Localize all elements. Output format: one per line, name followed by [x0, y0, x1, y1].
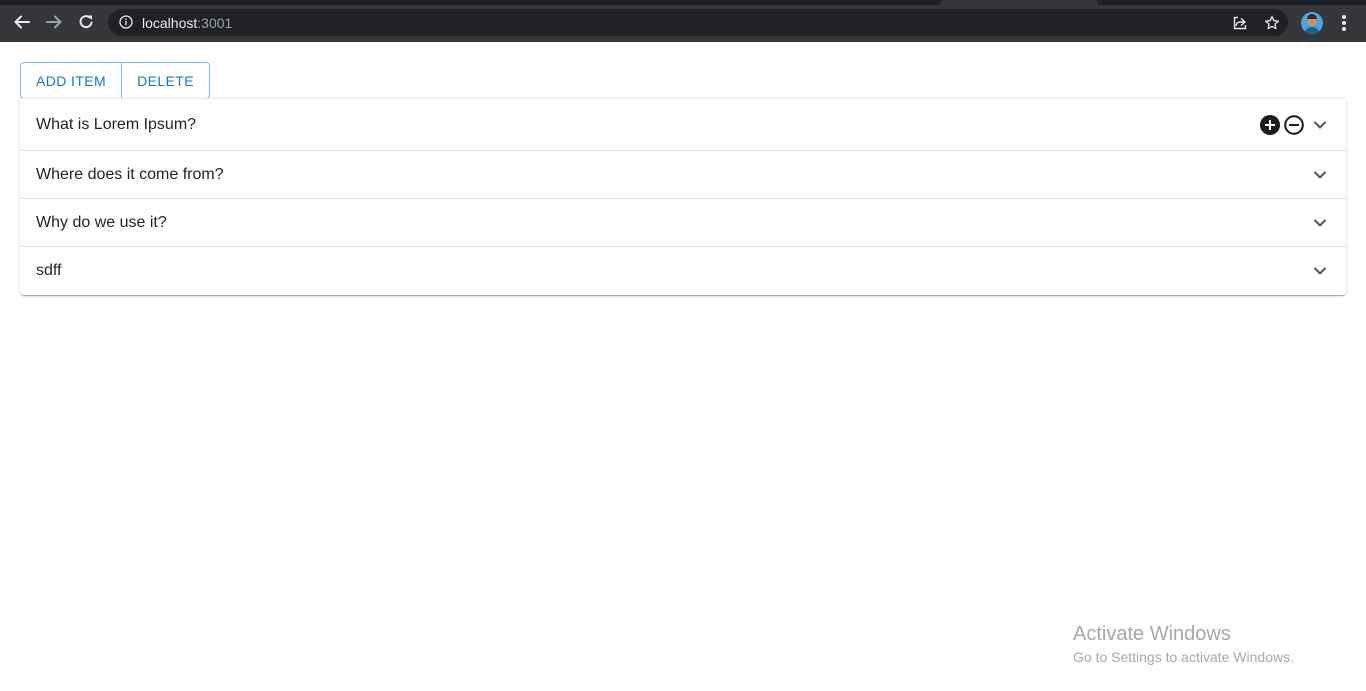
activate-windows-watermark: Activate Windows Go to Settings to activ…	[1073, 622, 1294, 666]
accordion-item-label: sdff	[36, 262, 62, 279]
address-bar[interactable]: localhost:3001	[108, 9, 1288, 36]
accordion-list: What is Lorem Ipsum? Where does it come …	[20, 98, 1346, 295]
accordion-item-label: What is Lorem Ipsum?	[36, 115, 197, 133]
add-circle-icon[interactable]	[1260, 114, 1280, 135]
tab-strip	[0, 0, 1366, 5]
accordion-item-sdff[interactable]: sdff	[20, 246, 1346, 295]
accordion-item-label: Where does it come from?	[36, 165, 224, 183]
remove-circle-icon[interactable]	[1284, 114, 1304, 135]
arrow-right-icon	[46, 15, 62, 29]
chevron-down-icon[interactable]	[1312, 215, 1328, 231]
forward-button[interactable]	[43, 11, 65, 33]
chevron-down-icon[interactable]	[1312, 167, 1328, 183]
chevron-down-icon[interactable]	[1312, 263, 1328, 279]
active-tab[interactable]	[940, 0, 1098, 5]
chevron-down-icon[interactable]	[1312, 117, 1328, 133]
action-button-group: ADD ITEM DELETE	[20, 62, 210, 99]
delete-button[interactable]: DELETE	[122, 62, 210, 99]
share-icon[interactable]	[1232, 15, 1248, 31]
url-port: :3001	[197, 15, 233, 31]
url-text[interactable]: localhost:3001	[142, 15, 232, 31]
arrow-left-icon	[14, 15, 30, 29]
item-actions	[1260, 114, 1304, 135]
url-host: localhost	[142, 15, 198, 31]
star-icon[interactable]	[1264, 15, 1280, 31]
kebab-menu-icon[interactable]	[1337, 13, 1351, 33]
back-button[interactable]	[11, 11, 33, 33]
accordion-item-label: Why do we use it?	[36, 213, 167, 231]
watermark-subtitle: Go to Settings to activate Windows.	[1073, 649, 1294, 665]
accordion-item-why-do-we-use-it[interactable]: Why do we use it?	[20, 198, 1346, 246]
reload-button[interactable]	[75, 11, 97, 33]
add-item-button[interactable]: ADD ITEM	[20, 62, 123, 99]
reload-icon	[79, 15, 93, 29]
accordion-item-where-does-it-come-from[interactable]: Where does it come from?	[20, 150, 1346, 198]
watermark-title: Activate Windows	[1073, 623, 1231, 645]
accordion-item-what-is-lorem-ipsum[interactable]: What is Lorem Ipsum?	[20, 98, 1346, 150]
info-icon[interactable]	[119, 15, 133, 29]
browser-toolbar: localhost:3001	[0, 0, 1366, 42]
profile-avatar[interactable]	[1301, 12, 1323, 34]
